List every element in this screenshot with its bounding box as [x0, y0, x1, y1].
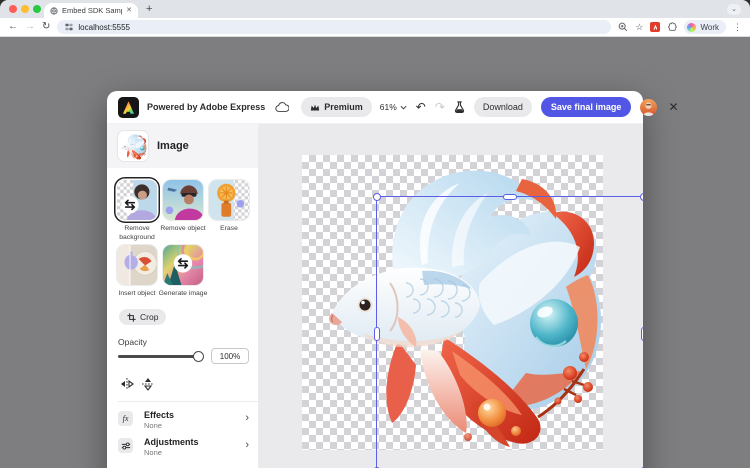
opacity-slider-track[interactable] [118, 355, 204, 358]
crop-button[interactable]: Crop [119, 309, 166, 325]
panel-divider [118, 401, 258, 402]
selection-box[interactable]: ↻ [376, 196, 643, 468]
tool-label: Insert object [111, 289, 163, 298]
minimize-window-button[interactable] [21, 5, 29, 13]
tool-label: Erase [203, 224, 255, 233]
header-right-group: 61% ↶ ↷ Download Save f [380, 97, 679, 117]
close-editor-icon[interactable]: ✕ [668, 100, 678, 114]
forward-icon[interactable]: → [25, 22, 35, 32]
site-settings-icon[interactable] [65, 23, 73, 31]
cloud-sync-icon[interactable] [275, 102, 289, 113]
crop-icon [127, 313, 136, 322]
effects-title: Effects [144, 410, 174, 420]
premium-label: Premium [324, 102, 363, 112]
profile-avatar [687, 23, 696, 32]
address-field[interactable]: localhost:5555 [57, 20, 611, 34]
tool-insert-object[interactable] [117, 245, 157, 285]
chevron-down-icon [400, 105, 407, 110]
back-icon[interactable]: ← [8, 22, 18, 32]
download-button[interactable]: Download [474, 97, 532, 117]
transparent-artboard[interactable]: ↻ [302, 155, 603, 450]
tool-generate-image[interactable] [163, 245, 203, 285]
tab-title: Embed SDK Sample [62, 6, 122, 15]
save-label: Save final image [551, 102, 622, 112]
effects-row[interactable]: fx Effects None › [107, 409, 258, 435]
image-section-header: Image [107, 124, 258, 168]
adobe-extension-icon[interactable] [650, 22, 660, 32]
flip-horizontal-icon[interactable] [120, 377, 134, 391]
redo-icon[interactable]: ↷ [435, 101, 445, 113]
download-label: Download [483, 102, 523, 112]
browser-tab[interactable]: Embed SDK Sample ✕ [44, 3, 138, 18]
tab-close-icon[interactable]: ✕ [126, 7, 132, 14]
flip-vertical-icon[interactable] [141, 377, 155, 391]
browser-window: Embed SDK Sample ✕ + ⌄ ← → ↻ localhost:5… [0, 0, 750, 468]
browser-menu-icon[interactable]: ⋮ [733, 22, 742, 33]
effects-value: None [144, 421, 162, 430]
tool-label: Remove object [157, 224, 209, 233]
chevron-right-icon: › [245, 412, 249, 424]
fx-icon: fx [118, 411, 133, 426]
zoom-page-icon[interactable] [618, 22, 628, 32]
modal-backdrop: Powered by Adobe Express Premium 61% [0, 37, 750, 468]
url-text: localhost:5555 [78, 23, 130, 32]
tab-strip: Embed SDK Sample ✕ + ⌄ [0, 0, 750, 18]
resize-handle-top-left[interactable] [373, 193, 381, 201]
new-tab-button[interactable]: + [146, 2, 152, 16]
extensions-puzzle-icon[interactable] [667, 22, 677, 32]
url-bar: ← → ↻ localhost:5555 ☆ Work ⋮ [0, 18, 750, 37]
editor-header: Powered by Adobe Express Premium 61% [107, 91, 643, 124]
profile-chip[interactable]: Work [684, 20, 726, 34]
tool-remove-background[interactable] [117, 180, 157, 220]
resize-handle-top-right[interactable] [640, 193, 644, 201]
premium-button[interactable]: Premium [301, 97, 372, 117]
adobe-express-logo [118, 97, 139, 118]
flask-icon[interactable] [454, 101, 465, 113]
save-final-image-button[interactable]: Save final image [541, 97, 632, 117]
zoom-value: 61% [380, 102, 397, 112]
profile-label: Work [700, 23, 719, 32]
opacity-value-input[interactable] [211, 348, 249, 364]
adjustments-row[interactable]: Adjustments None › [107, 436, 258, 462]
tool-label: Remove background [111, 224, 163, 242]
user-avatar[interactable] [640, 99, 657, 116]
resize-handle-right[interactable] [641, 327, 644, 341]
powered-by-label: Powered by Adobe Express [147, 102, 265, 112]
image-thumbnail[interactable] [118, 131, 148, 161]
express-editor-modal: Powered by Adobe Express Premium 61% [107, 91, 643, 468]
opacity-slider-handle[interactable] [193, 351, 204, 362]
adjustments-value: None [144, 448, 162, 457]
sliders-icon [118, 438, 133, 453]
close-window-button[interactable] [9, 5, 17, 13]
crop-label: Crop [140, 312, 158, 322]
bookmark-star-icon[interactable]: ☆ [635, 23, 643, 32]
maximize-window-button[interactable] [33, 5, 41, 13]
resize-handle-top[interactable] [503, 194, 517, 200]
zoom-control[interactable]: 61% [380, 102, 407, 112]
tool-label: Generate image [157, 289, 209, 298]
opacity-label: Opacity [118, 337, 147, 347]
crown-icon [310, 103, 320, 112]
tool-erase[interactable] [209, 180, 249, 220]
undo-icon[interactable]: ↶ [416, 101, 426, 113]
tool-remove-object[interactable] [163, 180, 203, 220]
globe-icon [50, 7, 58, 15]
adjustments-title: Adjustments [144, 437, 199, 447]
tab-search-chevron-icon[interactable]: ⌄ [727, 4, 741, 15]
panel-title: Image [157, 140, 189, 152]
editor-canvas[interactable]: ↻ [259, 124, 643, 468]
reload-icon[interactable]: ↻ [42, 22, 50, 32]
image-tools-panel: Image [107, 124, 259, 468]
chevron-right-icon: › [245, 439, 249, 451]
resize-handle-left[interactable] [374, 327, 380, 341]
